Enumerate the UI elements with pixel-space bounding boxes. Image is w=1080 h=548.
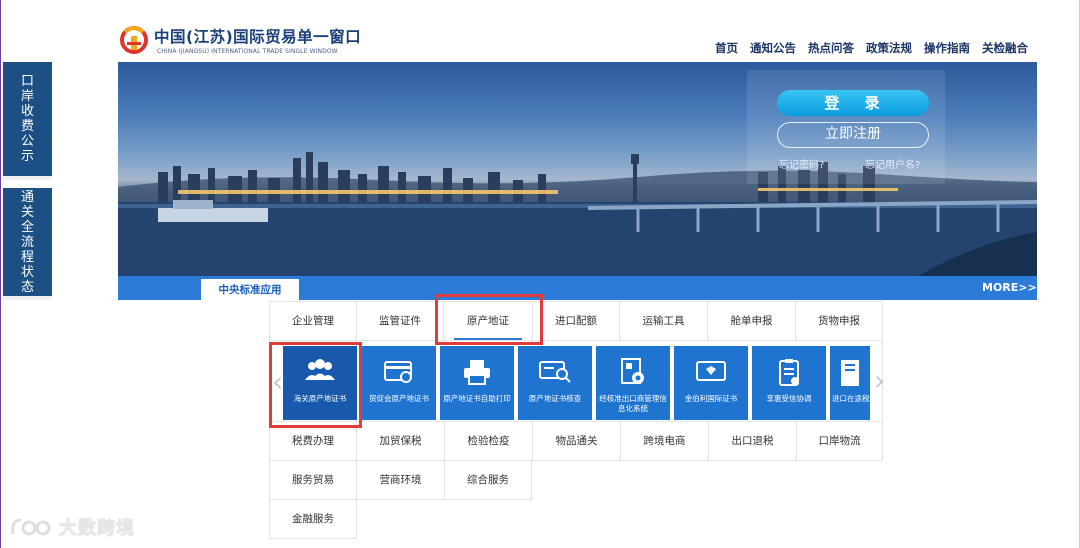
side-tab-char: 收 bbox=[20, 104, 34, 119]
side-tab-char: 示 bbox=[20, 149, 34, 164]
tab-integrated-services[interactable]: 综合服务 bbox=[444, 460, 532, 500]
diamond-card-icon bbox=[674, 358, 748, 388]
tab-inspection-quarantine[interactable]: 检验检疫 bbox=[444, 421, 533, 461]
tile-label: 海关原产地证书 bbox=[293, 394, 347, 403]
tile-customs-origin-certificate[interactable]: 海关原产地证书 bbox=[283, 346, 357, 420]
side-tab-char: 程 bbox=[20, 249, 34, 265]
nav-policies[interactable]: 政策法规 bbox=[866, 40, 912, 56]
nav-faq[interactable]: 热点问答 bbox=[808, 40, 854, 56]
tab-service-trade[interactable]: 服务贸易 bbox=[269, 460, 357, 500]
clipboard-icon bbox=[752, 358, 826, 388]
tile-approved-exporter-system[interactable]: 经核准出口商管理信息化系统 bbox=[596, 346, 670, 420]
forgot-username-link[interactable]: 忘记用户名? bbox=[865, 156, 920, 171]
nav-customs-integration[interactable]: 关检融合 bbox=[982, 40, 1028, 56]
book-icon bbox=[830, 358, 870, 388]
tab-goods-declaration[interactable]: 货物申报 bbox=[795, 301, 883, 341]
side-tab-char: 岸 bbox=[20, 89, 34, 104]
side-tab-char: 状 bbox=[20, 264, 34, 280]
nav-home[interactable]: 首页 bbox=[715, 40, 738, 56]
tab-transport-vehicles[interactable]: 运输工具 bbox=[619, 301, 708, 341]
side-tab-char: 流 bbox=[20, 234, 34, 250]
tile-origin-verification[interactable]: 原产地证书核查 bbox=[518, 346, 592, 420]
login-button[interactable]: 登 录 bbox=[777, 90, 929, 116]
chevron-right-icon[interactable]: › bbox=[874, 364, 885, 397]
page: 中国(江苏)国际贸易单一窗口 CHINA (JIANGSU) INTERNATI… bbox=[0, 0, 1080, 548]
tile-preference-coordination[interactable]: 享惠受信协调 bbox=[752, 346, 826, 420]
tab-financial-services[interactable]: 金融服务 bbox=[269, 499, 357, 539]
nav-notices[interactable]: 通知公告 bbox=[750, 40, 796, 56]
side-tab-char: 通 bbox=[20, 189, 34, 205]
tab-processing-bonded[interactable]: 加贸保税 bbox=[356, 421, 445, 461]
side-tab-clearance-status[interactable]: 通 关 全 流 程 状 态 bbox=[3, 188, 52, 300]
more-link[interactable]: MORE>> bbox=[982, 281, 1037, 294]
side-tab-char: 公 bbox=[20, 134, 34, 149]
tab-regulatory-certificates[interactable]: 监管证件 bbox=[356, 301, 444, 341]
logo-icon bbox=[119, 22, 149, 56]
card-icon bbox=[362, 358, 436, 388]
tile-label: 原产地证书核查 bbox=[528, 394, 582, 403]
printer-icon bbox=[440, 358, 514, 388]
tile-ccpit-origin-certificate[interactable]: 贸促会原产地证书 bbox=[362, 346, 436, 420]
tile-label: 享惠受信协调 bbox=[766, 394, 812, 403]
tab-goods-clearance[interactable]: 物品通关 bbox=[532, 421, 621, 461]
side-tab-port-fees[interactable]: 口 岸 收 费 公 示 bbox=[3, 62, 52, 180]
tab-export-tax-rebate[interactable]: 出口退税 bbox=[708, 421, 797, 461]
tab-certificate-of-origin[interactable]: 原产地证 bbox=[443, 301, 533, 341]
side-tab-char: 口 bbox=[20, 74, 34, 89]
side-tab-char: 态 bbox=[20, 279, 34, 295]
side-tab-char: 全 bbox=[20, 219, 34, 235]
site-subtitle: CHINA (JIANGSU) INTERNATIONAL TRADE SING… bbox=[157, 48, 338, 55]
tile-label: 贸促会原产地证书 bbox=[369, 394, 429, 403]
register-button[interactable]: 立即注册 bbox=[777, 122, 929, 148]
tile-label: 进口在途税税率适 bbox=[832, 394, 870, 403]
top-nav: 首页 通知公告 热点问答 政策法规 操作指南 关检融合 bbox=[715, 40, 1028, 56]
active-tab-underline bbox=[454, 338, 522, 340]
watermark-text: 大数跨境 bbox=[59, 518, 135, 539]
chevron-left-icon[interactable]: ‹ bbox=[272, 365, 283, 398]
tab-cross-border-ecommerce[interactable]: 跨境电商 bbox=[620, 421, 709, 461]
tab-port-logistics[interactable]: 口岸物流 bbox=[796, 421, 883, 461]
tile-origin-self-print[interactable]: 原产地证书自助打印 bbox=[440, 346, 514, 420]
forgot-password-link[interactable]: 忘记密码? bbox=[779, 156, 824, 171]
tile-label: 原产地证书自助打印 bbox=[443, 394, 511, 403]
tile-import-transit-tax[interactable]: 进口在途税税率适 bbox=[830, 346, 870, 420]
tab-import-quota[interactable]: 进口配额 bbox=[532, 301, 620, 341]
watermark-logo-icon bbox=[11, 518, 51, 536]
card-search-icon bbox=[518, 358, 592, 388]
document-gear-icon bbox=[596, 358, 670, 388]
watermark: 大数跨境 bbox=[9, 514, 135, 540]
nav-guide[interactable]: 操作指南 bbox=[924, 40, 970, 56]
side-tab-char: 费 bbox=[20, 119, 34, 134]
tile-label: 金伯利国际证书 bbox=[684, 394, 738, 403]
tab-central-standard-apps[interactable]: 中央标准应用 bbox=[201, 279, 299, 300]
tab-label: 原产地证 bbox=[467, 315, 509, 327]
tab-business-environment[interactable]: 营商环境 bbox=[356, 460, 445, 500]
tile-label: 经核准出口商管理信息化系统 bbox=[599, 394, 667, 413]
tab-manifest-declaration[interactable]: 舱单申报 bbox=[707, 301, 796, 341]
people-icon bbox=[283, 358, 357, 388]
tab-tax-payment[interactable]: 税费办理 bbox=[269, 421, 357, 461]
tile-kimberley-certificate[interactable]: 金伯利国际证书 bbox=[674, 346, 748, 420]
site-title: 中国(江苏)国际贸易单一窗口 bbox=[154, 28, 362, 46]
tab-enterprise-management[interactable]: 企业管理 bbox=[269, 301, 357, 341]
side-tab-char: 关 bbox=[20, 204, 34, 220]
